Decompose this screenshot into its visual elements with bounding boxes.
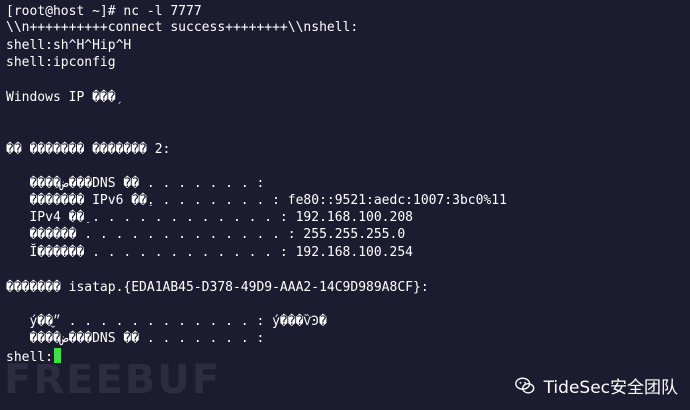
terminal-line: ������� isatap.{EDA1AB45-D378-49D9-AAA2-… bbox=[6, 280, 429, 296]
terminal-line: ������� IPv6 ��ַ. . . . . . . . : fe80::… bbox=[6, 193, 507, 209]
terminal-line: Ĭ������ . . . . . . . . . . . . : 192.16… bbox=[6, 245, 413, 261]
terminal-line: ý��״̬ . . . . . . . . . . . . : ý���ѶϿ� bbox=[6, 314, 327, 330]
terminal-line: IPv4 ��ַ . . . . . . . . . . . . : 192.1… bbox=[6, 210, 413, 226]
terminal-line: shell:ipconfig bbox=[6, 55, 116, 71]
terminal-line: ������ . . . . . . . . . . . . . : 255.2… bbox=[6, 227, 405, 243]
freebuf-watermark: FREEBUF bbox=[4, 357, 221, 403]
terminal-line: Windows IP ���֥ bbox=[6, 90, 116, 106]
terminal-line: �� ������� ������� 2: bbox=[6, 142, 170, 158]
wechat-icon bbox=[514, 375, 536, 397]
terminal-line: ����ض���DNS ��׺ . . . . . . . : bbox=[6, 176, 264, 192]
terminal-line: \\n++++++++++connect success++++++++\\ns… bbox=[6, 20, 358, 36]
terminal-line: [root@host ~]# nc -l 7777 bbox=[6, 4, 202, 20]
brand-watermark: TideSec安全团队 bbox=[514, 373, 678, 398]
terminal-line: shell:sh^H^Hip^H bbox=[6, 38, 131, 54]
terminal-line: ����ض���DNS ��׺ . . . . . . . : bbox=[6, 331, 264, 347]
brand-name: TideSec安全团队 bbox=[544, 373, 678, 398]
terminal-window[interactable]: [root@host ~]# nc -l 7777 \\n++++++++++c… bbox=[0, 0, 690, 410]
